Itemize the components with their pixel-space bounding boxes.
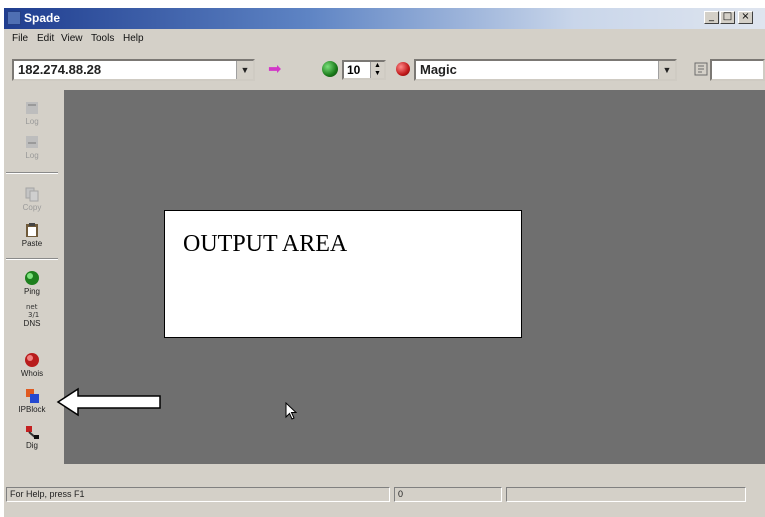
window-title: Spade [24, 11, 61, 25]
tool-copy[interactable]: Copy [4, 186, 60, 212]
dns-icon: net3/1 [26, 303, 39, 318]
svg-text:3/1: 3/1 [28, 311, 39, 318]
status-extra [506, 487, 746, 502]
log-icon [26, 136, 38, 148]
go-arrow-icon[interactable]: ➡ [268, 62, 288, 78]
tool-paste-label: Paste [21, 239, 43, 248]
status-bar: For Help, press F1 0 [4, 484, 765, 506]
copy-icon [25, 187, 39, 202]
tool-palette: Log Log Copy Paste Ping net 3/1 DNS Whois [4, 90, 60, 464]
mode-icon [396, 62, 410, 76]
address-value: 182.274.88.28 [18, 62, 102, 77]
tool-ping-label: Ping [23, 287, 40, 296]
tool-dig-label: Dig [25, 441, 38, 450]
tool-log-2-label: Log [25, 151, 39, 160]
palette-separator [6, 258, 58, 260]
app-icon [7, 11, 21, 25]
tool-log-1-label: Log [25, 117, 39, 126]
palette-separator [6, 172, 58, 174]
menu-edit[interactable]: Edit [37, 33, 54, 44]
spin-up-icon[interactable]: ▲ [374, 62, 381, 69]
spinner-buttons[interactable]: ▲ ▼ [370, 62, 384, 78]
mode-combo[interactable]: Magic ▼ [414, 59, 677, 81]
menu-view[interactable]: View [61, 33, 83, 44]
address-combo[interactable]: 182.274.88.28 ▼ [12, 59, 255, 81]
menu-tools[interactable]: Tools [91, 33, 114, 44]
extra-combo[interactable] [710, 59, 765, 81]
tool-ping[interactable]: Ping [4, 270, 60, 296]
count-spinner[interactable]: 10 ▲ ▼ [342, 60, 386, 80]
output-area-annotation-label: OUTPUT AREA [183, 231, 348, 257]
paste-icon [26, 223, 38, 237]
ping-ball-icon [322, 61, 338, 77]
tool-dig[interactable]: Dig [4, 424, 60, 450]
tool-copy-label: Copy [22, 203, 42, 212]
filter-icon[interactable] [694, 62, 708, 76]
status-counter: 0 [394, 487, 502, 502]
tool-paste[interactable]: Paste [4, 222, 60, 248]
maximize-button[interactable]: □ [720, 11, 735, 24]
status-help-text: For Help, press F1 [6, 487, 390, 502]
toolbar: 182.274.88.28 ▼ ➡ 10 ▲ ▼ Magic ▼ [4, 50, 765, 88]
menu-file[interactable]: File [12, 33, 28, 44]
count-value: 10 [347, 63, 361, 77]
tool-whois[interactable]: Whois [4, 352, 60, 378]
annotation-arrow-icon [56, 387, 161, 417]
tool-log-2[interactable]: Log [4, 134, 60, 160]
tool-ipblock-label: IPBlock [18, 405, 46, 414]
log-icon [26, 102, 38, 114]
whois-icon [25, 353, 39, 367]
minimize-button[interactable]: _ [704, 11, 719, 24]
mode-dropdown-button[interactable]: ▼ [658, 61, 675, 79]
ipblock-icon [26, 389, 39, 403]
dig-icon [26, 426, 39, 439]
app-window: Spade _ □ × File Edit View Tools Help 18… [4, 8, 765, 517]
title-bar[interactable]: Spade _ □ × [4, 8, 765, 29]
tool-ipblock[interactable]: IPBlock [4, 388, 60, 414]
menu-bar: File Edit View Tools Help [4, 30, 765, 47]
tool-dns-label: DNS [23, 319, 41, 328]
address-dropdown-button[interactable]: ▼ [236, 61, 253, 79]
menu-help[interactable]: Help [123, 33, 144, 44]
tool-whois-label: Whois [20, 369, 44, 378]
svg-text:net: net [26, 303, 38, 311]
tool-dns[interactable]: net 3/1 DNS [4, 302, 60, 328]
close-button[interactable]: × [738, 11, 753, 24]
mode-value: Magic [420, 62, 457, 77]
tool-log-1[interactable]: Log [4, 100, 60, 126]
mouse-cursor-icon [285, 402, 298, 420]
ping-icon [25, 271, 39, 285]
output-area[interactable]: OUTPUT AREA [64, 90, 765, 464]
output-area-annotation-box: OUTPUT AREA [164, 210, 522, 338]
spin-down-icon[interactable]: ▼ [374, 70, 381, 77]
